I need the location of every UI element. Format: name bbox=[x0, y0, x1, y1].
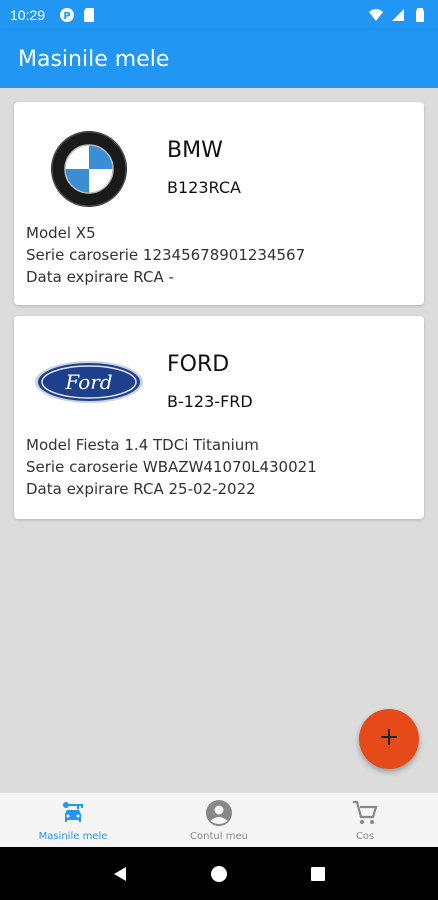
nav-label: Cos bbox=[355, 830, 375, 842]
bottom-navigation: Masinile mele Contul meu Cos bbox=[0, 792, 438, 847]
car-card-bmw[interactable]: BMW B123RCA Model X5 Serie caroserie 123… bbox=[14, 102, 424, 305]
car-icon bbox=[59, 799, 87, 827]
ford-logo: Ford bbox=[34, 360, 144, 404]
bmw-logo bbox=[50, 130, 128, 208]
car-brand: FORD bbox=[167, 352, 230, 377]
car-card-ford[interactable]: Ford FORD B-123-FRD Model Fiesta 1.4 TDC… bbox=[14, 316, 424, 519]
app-notification-icon: P bbox=[59, 7, 75, 23]
nav-label: Masinile mele bbox=[38, 830, 108, 842]
car-vin: Serie caroserie WBAZW41070L430021 bbox=[26, 458, 317, 476]
ford-logo-text: Ford bbox=[64, 370, 112, 394]
car-details: Model Fiesta 1.4 TDCi Titanium Serie car… bbox=[26, 434, 317, 500]
status-time: 10:29 bbox=[10, 7, 46, 23]
status-bar: 10:29 P bbox=[0, 0, 438, 30]
battery-icon bbox=[412, 7, 428, 23]
car-vin: Serie caroserie 12345678901234567 bbox=[26, 246, 306, 264]
nav-label: Contul meu bbox=[190, 830, 248, 842]
nav-item-cos[interactable]: Cos bbox=[292, 793, 438, 847]
car-rca-expiry: Data expirare RCA - bbox=[26, 268, 174, 286]
car-plate: B123RCA bbox=[167, 178, 241, 197]
account-icon bbox=[205, 799, 233, 827]
home-icon[interactable] bbox=[207, 862, 231, 886]
plus-icon bbox=[379, 727, 399, 751]
cart-icon bbox=[351, 799, 379, 827]
back-icon[interactable] bbox=[108, 862, 132, 886]
page-title: Masinile mele bbox=[18, 46, 170, 72]
wifi-icon bbox=[368, 7, 384, 23]
car-model: Model X5 bbox=[26, 224, 96, 242]
car-plate: B-123-FRD bbox=[167, 392, 253, 411]
recents-icon[interactable] bbox=[306, 862, 330, 886]
svg-text:P: P bbox=[63, 11, 70, 22]
system-navigation-bar bbox=[0, 847, 438, 900]
car-brand: BMW bbox=[167, 138, 223, 163]
nav-item-masinile-mele[interactable]: Masinile mele bbox=[0, 793, 146, 847]
app-bar: Masinile mele bbox=[0, 30, 438, 88]
car-model: Model Fiesta 1.4 TDCi Titanium bbox=[26, 436, 259, 454]
car-list: BMW B123RCA Model X5 Serie caroserie 123… bbox=[0, 88, 438, 792]
signal-icon bbox=[390, 7, 406, 23]
add-car-button[interactable] bbox=[359, 709, 419, 769]
car-rca-expiry: Data expirare RCA 25-02-2022 bbox=[26, 480, 256, 498]
sd-card-icon bbox=[81, 7, 97, 23]
nav-item-contul-meu[interactable]: Contul meu bbox=[146, 793, 292, 847]
car-details: Model X5 Serie caroserie 123456789012345… bbox=[26, 222, 305, 288]
